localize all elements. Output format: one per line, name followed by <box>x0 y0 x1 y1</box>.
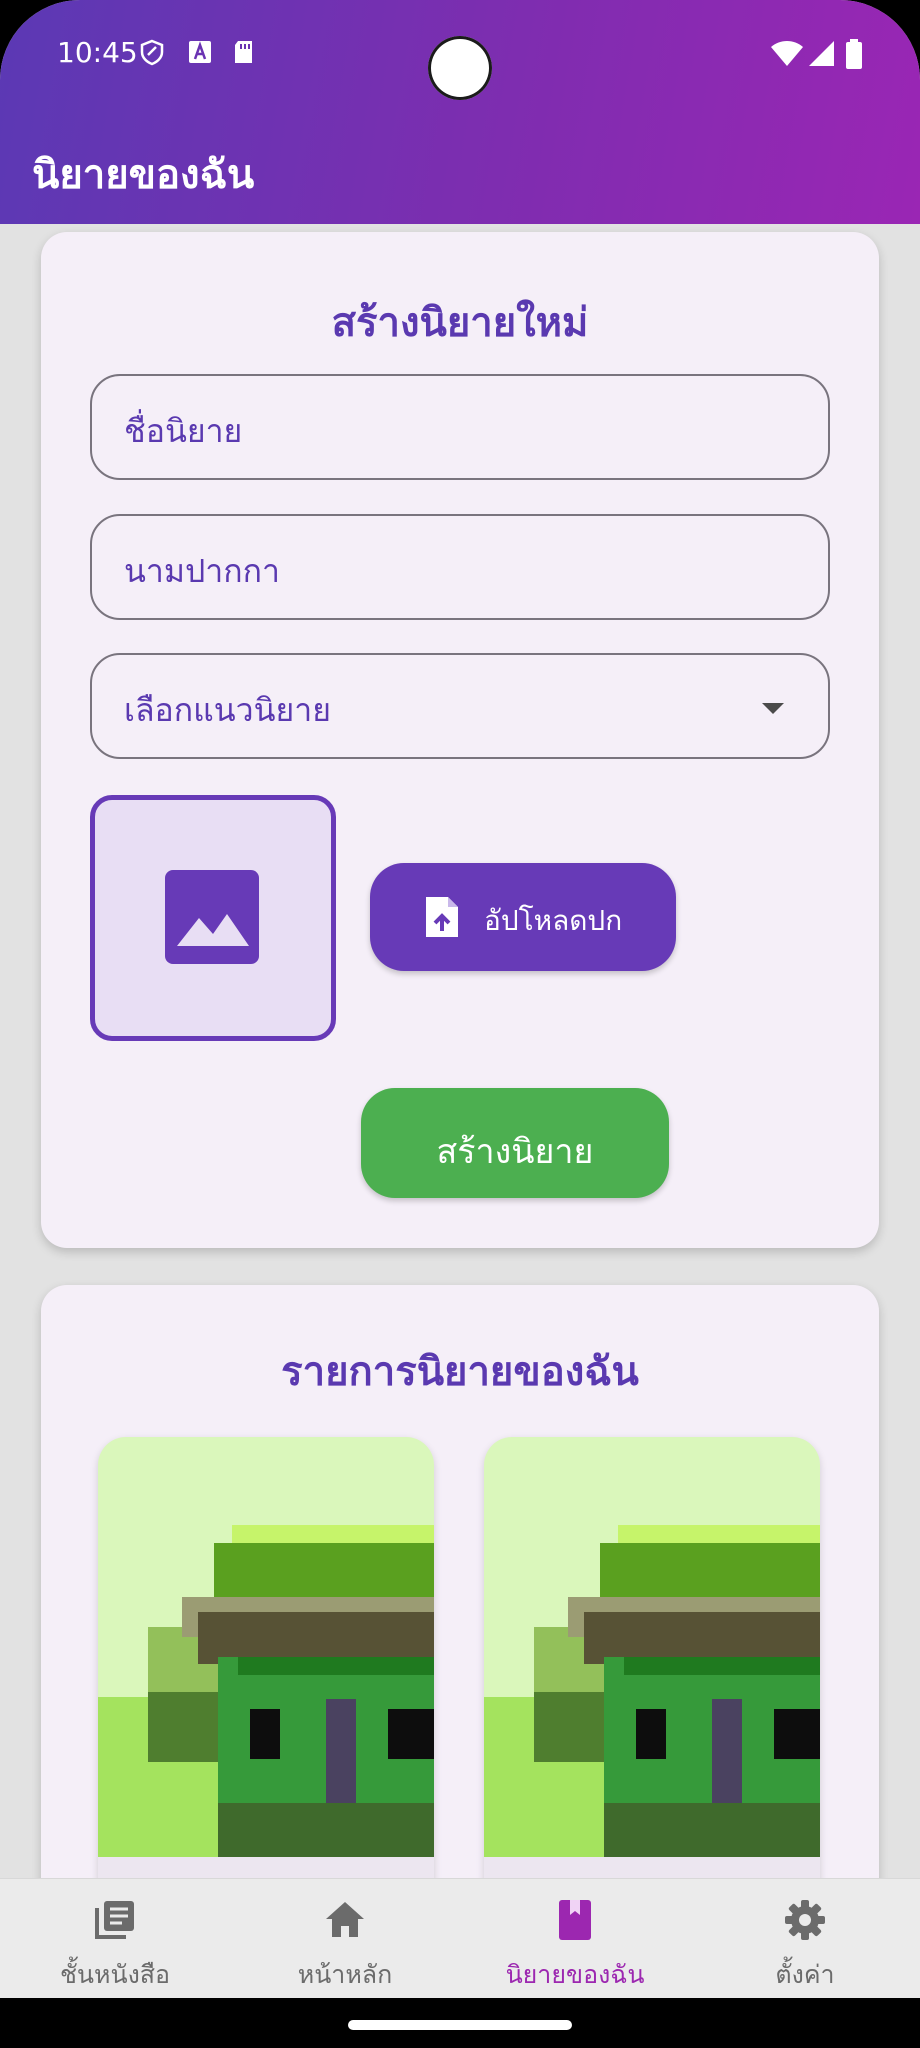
upload-file-icon <box>426 897 458 937</box>
bottom-navigation: ชั้นหนังสือ หน้าหลัก นิยายของฉัน ตั้งค่า <box>0 1878 920 1998</box>
upload-cover-button[interactable]: อัปโหลดปก <box>370 863 676 971</box>
novel-cover-image <box>98 1437 434 1857</box>
nav-label-bookshelf: ชั้นหนังสือ <box>59 1960 171 1989</box>
signal-icon <box>809 41 834 66</box>
shield-icon <box>140 39 164 66</box>
gesture-handle[interactable] <box>348 2020 572 2030</box>
status-time: 10:45 <box>57 36 138 69</box>
wifi-icon <box>771 41 803 66</box>
genre-select[interactable]: เลือกแนวนิยาย <box>90 653 830 759</box>
genre-select-placeholder: เลือกแนวนิยาย <box>124 691 331 729</box>
pen-name-placeholder: นามปากกา <box>124 552 280 590</box>
home-icon <box>326 1902 364 1937</box>
novel-title-input[interactable]: ชื่อนิยาย <box>90 374 830 480</box>
novel-title-placeholder: ชื่อนิยาย <box>124 412 243 450</box>
create-novel-button[interactable]: สร้างนิยาย <box>361 1088 669 1198</box>
nav-item-home[interactable]: หน้าหลัก <box>230 1879 460 1999</box>
upload-cover-label: อัปโหลดปก <box>484 904 623 937</box>
my-novels-title: รายการนิยายของฉัน <box>281 1349 639 1395</box>
nav-label-home: หน้าหลัก <box>297 1960 393 1989</box>
dropdown-arrow-icon <box>762 703 784 714</box>
nav-item-my-novels[interactable]: นิยายของฉัน <box>460 1879 690 1999</box>
library-books-icon <box>95 1901 134 1939</box>
book-icon <box>559 1900 591 1940</box>
nav-item-bookshelf[interactable]: ชั้นหนังสือ <box>0 1879 230 1999</box>
phone-screen: 10:45 นิยายของฉัน สร้างนิยายใหม่ ชื่อนิย… <box>0 0 920 2048</box>
novel-cover-image <box>484 1437 820 1857</box>
text-a-icon <box>189 41 211 63</box>
battery-icon <box>846 39 862 69</box>
nav-label-settings: ตั้งค่า <box>775 1960 835 1989</box>
create-novel-label: สร้างนิยาย <box>436 1132 594 1172</box>
nav-label-my-novels: นิยายของฉัน <box>505 1960 645 1989</box>
nav-item-settings[interactable]: ตั้งค่า <box>690 1879 920 1999</box>
create-novel-card: สร้างนิยายใหม่ ชื่อนิยาย นามปากกา เลือกแ… <box>41 232 879 1248</box>
sd-card-icon <box>235 41 252 63</box>
settings-gear-icon <box>785 1900 825 1940</box>
app-header: 10:45 นิยายของฉัน <box>0 0 920 224</box>
cover-preview[interactable] <box>90 795 336 1041</box>
create-card-title: สร้างนิยายใหม่ <box>331 300 589 346</box>
image-placeholder-icon <box>165 870 259 964</box>
pen-name-input[interactable]: นามปากกา <box>90 514 830 620</box>
app-title: นิยายของฉัน <box>32 152 255 198</box>
camera-cutout <box>428 36 492 100</box>
